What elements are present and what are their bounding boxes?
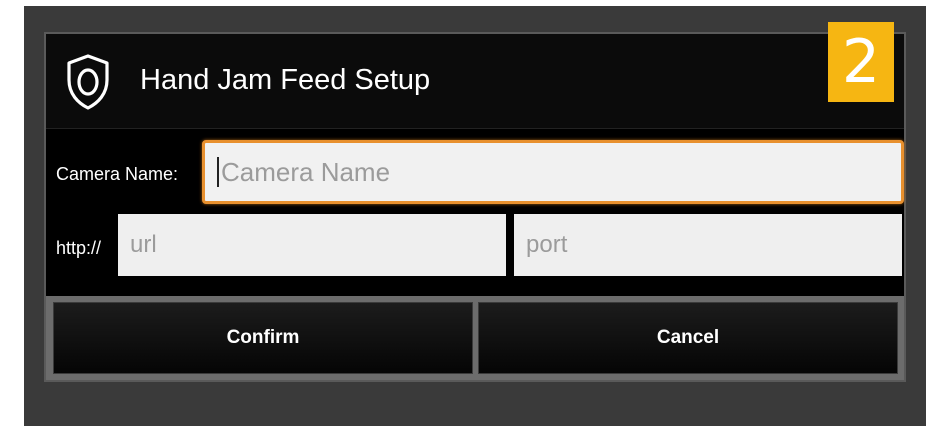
port-input[interactable]: port: [514, 214, 902, 276]
shield-icon: [67, 54, 109, 110]
dialog-title-bar: Hand Jam Feed Setup 2: [46, 22, 904, 129]
confirm-button[interactable]: Confirm: [53, 302, 473, 374]
dialog-button-bar: Confirm Cancel: [46, 296, 904, 380]
url-placeholder: url: [130, 231, 157, 258]
dialog-title: Hand Jam Feed Setup: [140, 64, 431, 96]
http-prefix-label: http://: [56, 238, 102, 258]
feed-setup-dialog: Hand Jam Feed Setup 2 Camera Name: Camer…: [44, 22, 906, 382]
camera-name-input[interactable]: Camera Name: [202, 140, 904, 204]
camera-name-label: Camera Name:: [56, 164, 179, 184]
text-caret: [217, 157, 219, 187]
port-placeholder: port: [526, 231, 568, 258]
camera-name-placeholder: Camera Name: [221, 156, 391, 187]
url-input[interactable]: url: [118, 214, 506, 276]
step-badge: 2: [828, 22, 894, 102]
cancel-button[interactable]: Cancel: [478, 302, 898, 374]
screen-background: Hand Jam Feed Setup 2 Camera Name: Camer…: [24, 6, 926, 426]
